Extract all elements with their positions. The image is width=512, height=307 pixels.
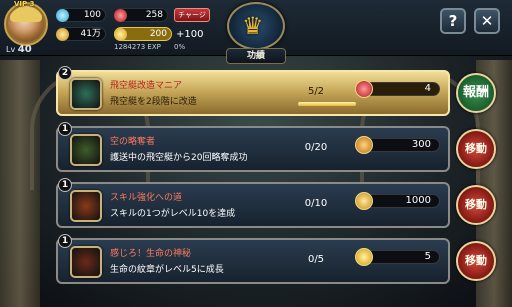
reward-amount: 4	[355, 80, 440, 98]
crown-icon: ♛	[242, 12, 264, 40]
achievement-row[interactable]: 空の略奪者護送中の飛空艇から20回略奪成功 0/20 300	[56, 126, 450, 172]
ruby-icon	[355, 80, 373, 98]
help-button[interactable]: ?	[440, 8, 466, 34]
achievement-title: 空の略奪者	[110, 137, 156, 147]
gem-icon	[56, 9, 69, 22]
reward-value: 5	[424, 251, 431, 262]
reward-value: 1000	[405, 195, 431, 206]
achievement-tier-badge: 1	[58, 178, 72, 192]
reward-amount: 300	[355, 136, 440, 154]
sp-icon	[355, 136, 373, 154]
close-button[interactable]: ✕	[474, 8, 500, 34]
achievement-icon	[70, 134, 102, 166]
claim-reward-button[interactable]: 報酬	[456, 73, 496, 113]
charge-button[interactable]: チャージ	[174, 8, 210, 22]
achievement-icon	[70, 246, 102, 278]
achievement-title: 飛空艇改造マニア	[110, 81, 183, 91]
reward-value: 300	[411, 139, 431, 150]
go-to-button[interactable]: 移動	[456, 129, 496, 169]
achievement-tier-badge: 2	[58, 66, 72, 80]
achievement-progress: 0/20	[304, 142, 328, 153]
go-to-button[interactable]: 移動	[456, 185, 496, 225]
achievements-screen: VIP 3 Lv 40 100 258 チャージ 41万 200 +100 12…	[0, 0, 512, 307]
exp-percent: 0%	[174, 43, 186, 51]
reward-value: 4	[424, 83, 431, 94]
achievement-row[interactable]: 飛空艇改造マニア飛空艇を2段階に改造 5/2 4	[56, 70, 450, 116]
achievement-title: スキル強化への道	[110, 193, 183, 203]
lightning-icon	[114, 28, 127, 41]
achievement-row[interactable]: 感じろ！生命の神秘生命の紋章がレベル5に成長 0/5 5	[56, 238, 450, 284]
gems-counter: 100	[56, 8, 106, 22]
achievement-icon	[70, 78, 102, 110]
achievement-tier-badge: 1	[58, 234, 72, 248]
achievement-progress: 0/5	[307, 254, 325, 265]
achievement-row[interactable]: スキル強化への道スキルの1つがレベル10を達成 0/10 1000	[56, 182, 450, 228]
gold-counter: 41万	[56, 27, 106, 41]
reward-amount: 1000	[355, 192, 440, 210]
gold-coin-icon	[56, 28, 69, 41]
achievement-description: 飛空艇を2段階に改造	[110, 97, 197, 107]
go-to-button[interactable]: 移動	[456, 241, 496, 281]
achievement-progress: 5/2	[307, 86, 325, 97]
stamina-counter: 200	[114, 27, 172, 41]
page-title: 功績	[226, 48, 286, 64]
player-level: Lv 40	[6, 44, 32, 55]
avatar[interactable]	[8, 6, 44, 42]
achievement-icon	[70, 190, 102, 222]
gold-coin-icon	[355, 192, 373, 210]
achievement-description: 護送中の飛空艇から20回略奪成功	[110, 153, 248, 163]
lightning-icon	[355, 248, 373, 266]
achievement-description: スキルの1つがレベル10を達成	[110, 209, 236, 219]
stamina-bonus: +100	[176, 29, 204, 40]
achievement-progress: 0/10	[304, 198, 328, 209]
progress-bar	[298, 102, 356, 106]
ruby-icon	[114, 9, 127, 22]
achievement-description: 生命の紋章がレベル5に成長	[110, 265, 224, 275]
exp-value: 1284273 EXP	[114, 43, 161, 51]
achievement-tier-badge: 1	[58, 122, 72, 136]
progress-bar-fill	[298, 102, 356, 106]
reward-amount: 5	[355, 248, 440, 266]
achievement-title: 感じろ！生命の神秘	[110, 249, 192, 259]
rubies-counter: 258	[114, 8, 168, 22]
vip-badge: VIP 3	[14, 0, 35, 8]
